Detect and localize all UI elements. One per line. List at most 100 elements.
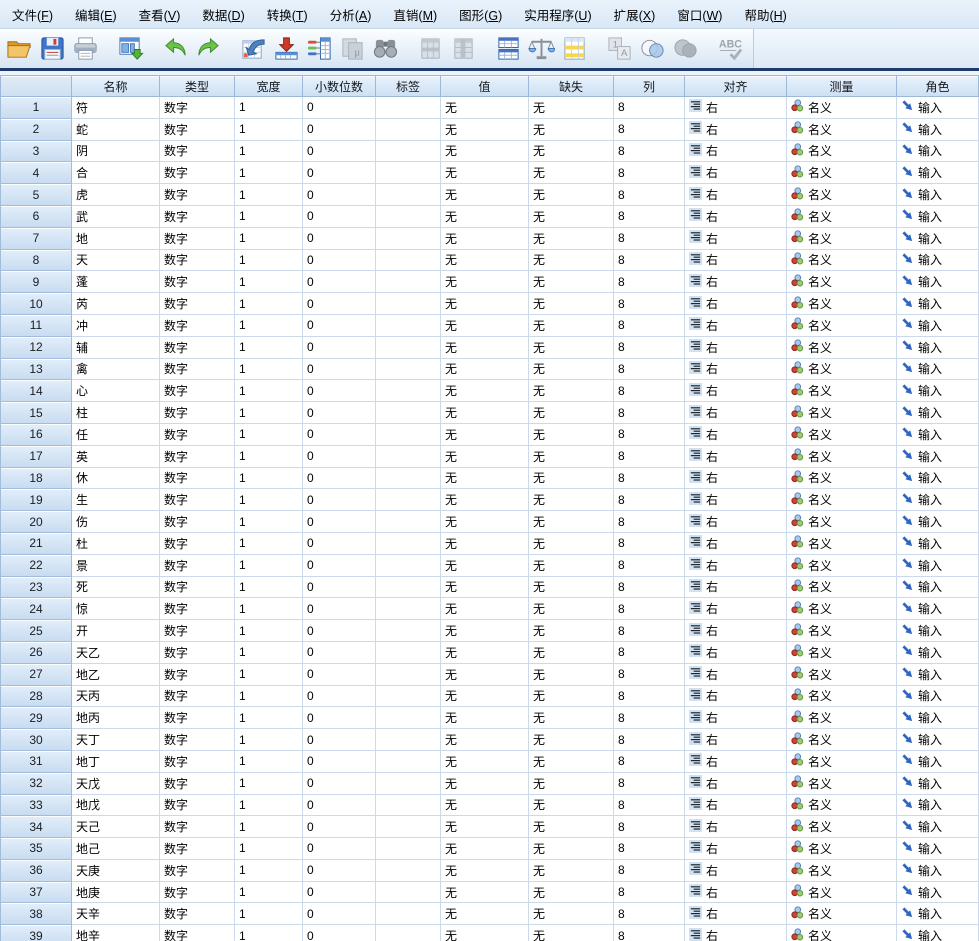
- cell-label[interactable]: [376, 598, 441, 621]
- cell-role[interactable]: 输入: [897, 707, 979, 730]
- cell-decimals[interactable]: 0: [303, 772, 376, 795]
- row-number[interactable]: 27: [0, 663, 72, 686]
- cell-measure[interactable]: 名义: [787, 249, 897, 272]
- cell-values[interactable]: 无: [441, 511, 529, 533]
- cell-name[interactable]: 心: [72, 380, 160, 403]
- cell-missing[interactable]: 无: [529, 293, 614, 315]
- cell-missing[interactable]: 无: [529, 532, 614, 555]
- row-number[interactable]: 24: [0, 598, 72, 621]
- column-header-measure[interactable]: 测量: [787, 75, 897, 97]
- menu-item-extensions[interactable]: 扩展(X): [603, 5, 667, 24]
- cell-decimals[interactable]: 0: [303, 467, 376, 490]
- cell-align[interactable]: 右: [685, 859, 787, 882]
- cell-values[interactable]: 无: [441, 293, 529, 315]
- cell-columns[interactable]: 8: [614, 903, 685, 926]
- weight-cases-button[interactable]: [525, 33, 558, 65]
- cell-measure[interactable]: 名义: [787, 205, 897, 228]
- cell-decimals[interactable]: 0: [303, 118, 376, 141]
- cell-missing[interactable]: 无: [529, 227, 614, 250]
- cell-label[interactable]: [376, 772, 441, 795]
- cell-align[interactable]: 右: [685, 881, 787, 904]
- cell-columns[interactable]: 8: [614, 729, 685, 751]
- cell-type[interactable]: 数字: [160, 554, 235, 577]
- cell-type[interactable]: 数字: [160, 423, 235, 446]
- cell-values[interactable]: 无: [441, 358, 529, 381]
- cell-missing[interactable]: 无: [529, 641, 614, 664]
- cell-role[interactable]: 输入: [897, 772, 979, 795]
- cell-width[interactable]: 1: [235, 750, 303, 773]
- row-number[interactable]: 32: [0, 772, 72, 795]
- redo-button[interactable]: [192, 33, 225, 65]
- cell-values[interactable]: 无: [441, 162, 529, 185]
- cell-decimals[interactable]: 0: [303, 903, 376, 926]
- cell-align[interactable]: 右: [685, 271, 787, 294]
- cell-name[interactable]: 天丙: [72, 685, 160, 708]
- cell-width[interactable]: 1: [235, 336, 303, 359]
- cell-columns[interactable]: 8: [614, 881, 685, 904]
- cell-align[interactable]: 右: [685, 772, 787, 795]
- cell-type[interactable]: 数字: [160, 816, 235, 839]
- cell-columns[interactable]: 8: [614, 336, 685, 359]
- cell-role[interactable]: 输入: [897, 489, 979, 512]
- cell-name[interactable]: 天丁: [72, 729, 160, 751]
- cell-name[interactable]: 禽: [72, 358, 160, 381]
- cell-measure[interactable]: 名义: [787, 532, 897, 555]
- cell-label[interactable]: [376, 838, 441, 860]
- cell-measure[interactable]: 名义: [787, 402, 897, 424]
- cell-measure[interactable]: 名义: [787, 184, 897, 206]
- cell-columns[interactable]: 8: [614, 663, 685, 686]
- cell-missing[interactable]: 无: [529, 380, 614, 403]
- cell-align[interactable]: 右: [685, 249, 787, 272]
- cell-missing[interactable]: 无: [529, 598, 614, 621]
- row-number[interactable]: 14: [0, 380, 72, 403]
- cell-name[interactable]: 任: [72, 423, 160, 446]
- cell-label[interactable]: [376, 205, 441, 228]
- cell-role[interactable]: 输入: [897, 227, 979, 250]
- cell-align[interactable]: 右: [685, 598, 787, 621]
- row-number[interactable]: 36: [0, 859, 72, 882]
- cell-decimals[interactable]: 0: [303, 794, 376, 817]
- cell-label[interactable]: [376, 750, 441, 773]
- cell-missing[interactable]: 无: [529, 554, 614, 577]
- cell-measure[interactable]: 名义: [787, 423, 897, 446]
- cell-columns[interactable]: 8: [614, 380, 685, 403]
- cell-label[interactable]: [376, 707, 441, 730]
- cell-measure[interactable]: 名义: [787, 227, 897, 250]
- cell-name[interactable]: 蓬: [72, 271, 160, 294]
- cell-type[interactable]: 数字: [160, 576, 235, 599]
- column-header-values[interactable]: 值: [441, 75, 529, 97]
- cell-role[interactable]: 输入: [897, 750, 979, 773]
- cell-type[interactable]: 数字: [160, 314, 235, 337]
- cell-type[interactable]: 数字: [160, 293, 235, 315]
- cell-name[interactable]: 杜: [72, 532, 160, 555]
- cell-name[interactable]: 虎: [72, 184, 160, 206]
- cell-values[interactable]: 无: [441, 707, 529, 730]
- use-variable-sets-button[interactable]: [636, 33, 669, 65]
- cell-missing[interactable]: 无: [529, 772, 614, 795]
- cell-measure[interactable]: 名义: [787, 598, 897, 621]
- undo-button[interactable]: [159, 33, 192, 65]
- cell-values[interactable]: 无: [441, 729, 529, 751]
- cell-values[interactable]: 无: [441, 598, 529, 621]
- cell-role[interactable]: 输入: [897, 467, 979, 490]
- cell-missing[interactable]: 无: [529, 794, 614, 817]
- cell-values[interactable]: 无: [441, 925, 529, 941]
- cell-role[interactable]: 输入: [897, 271, 979, 294]
- cell-role[interactable]: 输入: [897, 816, 979, 839]
- cell-width[interactable]: 1: [235, 794, 303, 817]
- cell-decimals[interactable]: 0: [303, 227, 376, 250]
- cell-decimals[interactable]: 0: [303, 402, 376, 424]
- row-number[interactable]: 5: [0, 184, 72, 206]
- cell-align[interactable]: 右: [685, 293, 787, 315]
- cell-width[interactable]: 1: [235, 641, 303, 664]
- cell-label[interactable]: [376, 184, 441, 206]
- cell-type[interactable]: 数字: [160, 97, 235, 119]
- cell-role[interactable]: 输入: [897, 554, 979, 577]
- cell-columns[interactable]: 8: [614, 532, 685, 555]
- cell-missing[interactable]: 无: [529, 205, 614, 228]
- cell-name[interactable]: 冲: [72, 314, 160, 337]
- cell-name[interactable]: 惊: [72, 598, 160, 621]
- print-button[interactable]: [69, 33, 102, 65]
- cell-values[interactable]: 无: [441, 838, 529, 860]
- cell-missing[interactable]: 无: [529, 489, 614, 512]
